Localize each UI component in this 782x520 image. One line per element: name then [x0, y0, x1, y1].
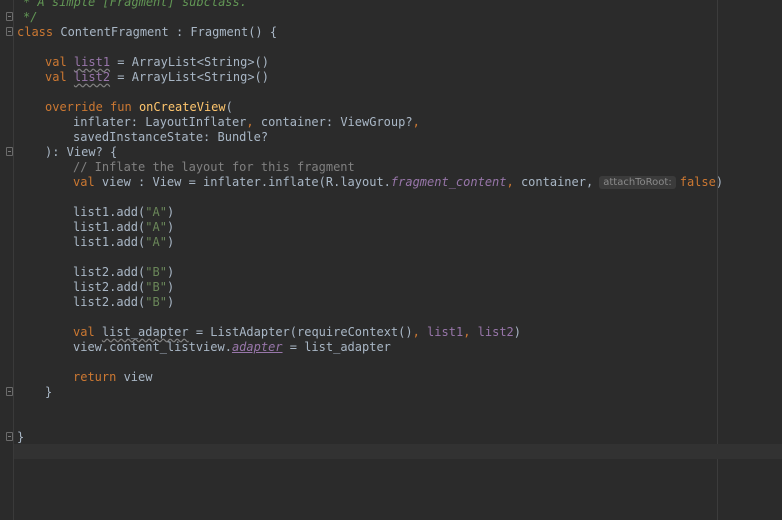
- code-text: ): [513, 325, 522, 339]
- code-text: view : View = inflater.inflate(R.layout.: [94, 175, 391, 189]
- code-line: view.content_listview.adapter = list_ada…: [17, 340, 391, 355]
- code-editor[interactable]: * A simple [Fragment] subclass. */ class…: [0, 0, 782, 520]
- code-text: = list_adapter: [282, 340, 391, 354]
- code-text: list1.add(: [73, 205, 146, 219]
- parameter-hint: attachToRoot:: [599, 176, 676, 189]
- right-margin-guide: [717, 0, 718, 520]
- code-line: override fun onCreateView(: [17, 100, 233, 115]
- code-text: ): [166, 295, 175, 309]
- code-text: = ArrayList<String>(): [110, 55, 269, 69]
- code-text: list1.add(: [73, 220, 146, 234]
- property-reference: list1: [419, 325, 464, 339]
- code-text: list2.add(: [73, 280, 146, 294]
- code-line: list2.add("B"): [17, 295, 174, 310]
- property-name: list1: [73, 55, 111, 69]
- code-text: view.content_listview.: [73, 340, 232, 354]
- code-text: = ArrayList<String>(): [110, 70, 269, 84]
- code-text: list2.add(: [73, 295, 146, 309]
- punctuation: ,: [506, 175, 514, 189]
- code-text: ): [715, 175, 724, 189]
- keyword: override fun: [45, 100, 132, 114]
- property-name: list2: [73, 70, 111, 84]
- property-reference: fragment_content: [390, 175, 507, 189]
- code-line: }: [17, 430, 24, 445]
- string-literal: "B": [145, 295, 167, 309]
- code-text: = ListAdapter(requireContext(): [188, 325, 413, 339]
- property-reference: list2: [470, 325, 514, 339]
- code-text: container,: [513, 175, 594, 189]
- code-line: list1.add("A"): [17, 235, 174, 250]
- code-text: container: ViewGroup?: [253, 115, 413, 129]
- code-line: list2.add("B"): [17, 280, 174, 295]
- fold-marker-icon[interactable]: [6, 387, 13, 396]
- code-text: ): [166, 220, 175, 234]
- function-name: onCreateView: [138, 100, 226, 114]
- code-text: ): [166, 280, 175, 294]
- code-line: // Inflate the layout for this fragment: [17, 160, 355, 175]
- fold-marker-icon[interactable]: [6, 147, 13, 156]
- code-text: ): View? {: [45, 145, 118, 159]
- string-literal: "B": [145, 280, 167, 294]
- code-line: val list2 = ArrayList<String>(): [17, 70, 269, 85]
- code-text: inflater: LayoutInflater: [73, 115, 247, 129]
- editor-gutter: [0, 0, 14, 520]
- line-comment: // Inflate the layout for this fragment: [73, 160, 355, 174]
- code-line: return view: [17, 370, 152, 385]
- fold-marker-icon[interactable]: [6, 432, 13, 441]
- string-literal: "B": [145, 265, 167, 279]
- closing-brace: }: [17, 430, 25, 444]
- fold-marker-icon[interactable]: [6, 12, 13, 21]
- code-line: inflater: LayoutInflater, container: Vie…: [17, 115, 420, 130]
- keyword: val: [73, 175, 95, 189]
- code-text: ): [166, 235, 175, 249]
- code-text: savedInstanceState: Bundle?: [73, 130, 269, 144]
- punctuation: ,: [246, 115, 254, 129]
- keyword: false: [679, 175, 716, 189]
- string-literal: "A": [145, 220, 167, 234]
- code-line: list1.add("A"): [17, 220, 174, 235]
- current-line-highlight: [14, 444, 782, 459]
- keyword: val: [45, 70, 67, 84]
- string-literal: "A": [145, 235, 167, 249]
- code-text: ): [166, 265, 175, 279]
- code-text: list1.add(: [73, 235, 146, 249]
- code-line: ): View? {: [17, 145, 117, 160]
- code-line: savedInstanceState: Bundle?: [17, 130, 268, 145]
- code-text: list2.add(: [73, 265, 146, 279]
- closing-brace: }: [45, 385, 53, 399]
- fold-marker-icon[interactable]: [6, 27, 13, 36]
- code-line: val view : View = inflater.inflate(R.lay…: [17, 175, 723, 190]
- code-line: val list_adapter = ListAdapter(requireCo…: [17, 325, 521, 340]
- string-literal: "A": [145, 205, 167, 219]
- variable-name: list_adapter: [101, 325, 189, 339]
- keyword: return: [73, 370, 117, 384]
- doc-comment: * A simple [Fragment] subclass.: [23, 0, 247, 9]
- code-line: */: [17, 10, 37, 25]
- keyword: class: [17, 25, 54, 39]
- punctuation: ,: [412, 115, 420, 129]
- code-line: }: [17, 385, 52, 400]
- keyword: val: [45, 55, 67, 69]
- code-line: class ContentFragment : Fragment() {: [17, 25, 277, 40]
- code-line: * A simple [Fragment] subclass.: [17, 0, 247, 10]
- property-reference: adapter: [231, 340, 283, 354]
- code-text: view: [116, 370, 153, 384]
- code-text: ): [166, 205, 175, 219]
- code-text: (: [225, 100, 233, 114]
- class-declaration: ContentFragment : Fragment() {: [53, 25, 278, 39]
- doc-comment: */: [23, 10, 38, 24]
- code-line: list2.add("B"): [17, 265, 174, 280]
- code-line: list1.add("A"): [17, 205, 174, 220]
- punctuation: ,: [412, 325, 420, 339]
- code-line: val list1 = ArrayList<String>(): [17, 55, 269, 70]
- keyword: val: [73, 325, 95, 339]
